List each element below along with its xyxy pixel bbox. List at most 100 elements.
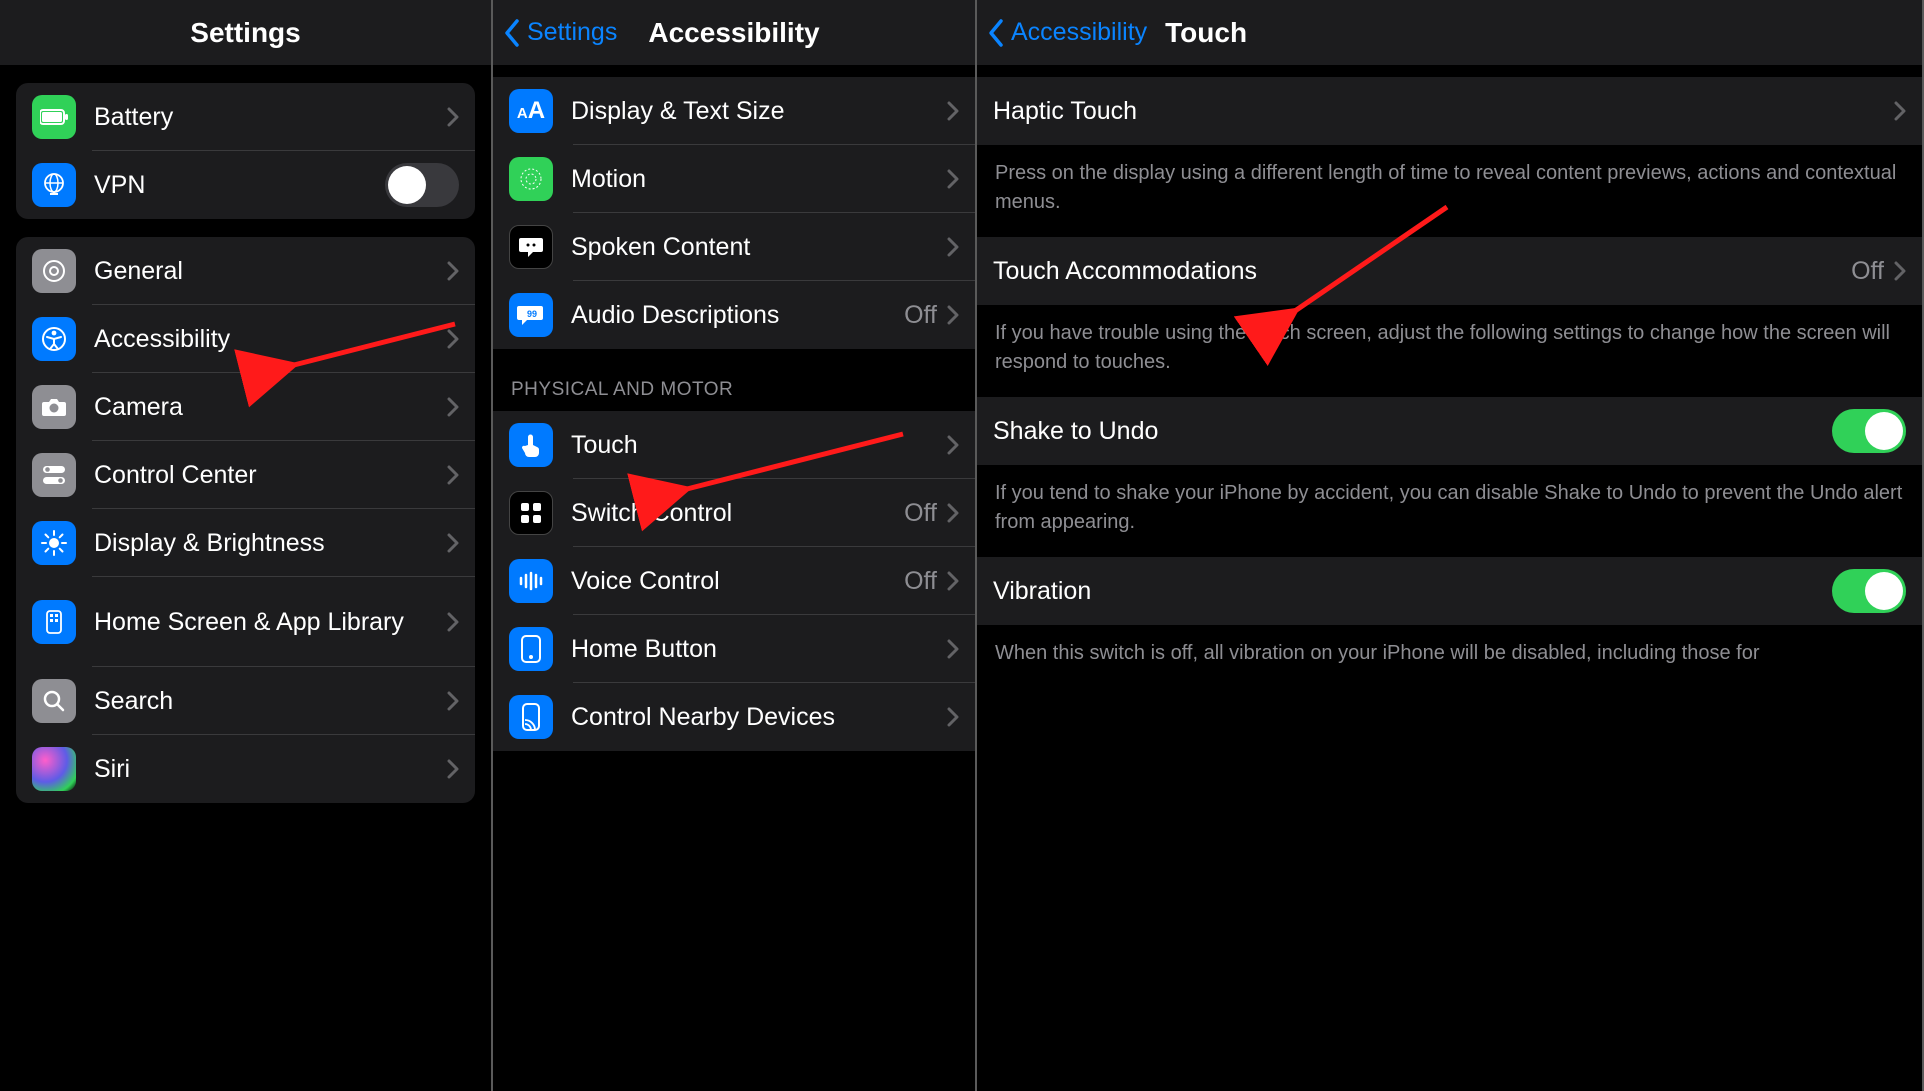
chevron-right-icon <box>947 707 959 727</box>
row-audiodesc[interactable]: 99 Audio Descriptions Off <box>493 281 975 349</box>
chevron-right-icon <box>447 612 459 632</box>
row-battery[interactable]: Battery <box>16 83 475 151</box>
chevron-right-icon <box>947 305 959 325</box>
row-spoken[interactable]: Spoken Content <box>493 213 975 281</box>
globe-icon <box>32 163 76 207</box>
row-homebutton[interactable]: Home Button <box>493 615 975 683</box>
shake-toggle[interactable] <box>1832 409 1906 453</box>
back-to-accessibility[interactable]: Accessibility <box>977 18 1147 48</box>
row-camera[interactable]: Camera <box>16 373 475 441</box>
row-siri[interactable]: Siri <box>16 735 475 803</box>
nearby-icon <box>509 695 553 739</box>
motion-icon <box>509 157 553 201</box>
row-vibration[interactable]: Vibration <box>977 557 1922 625</box>
siri-icon <box>32 747 76 791</box>
touch-acc-group: Touch Accommodations Off <box>977 237 1922 305</box>
vibration-group: Vibration <box>977 557 1922 625</box>
accessibility-title: Accessibility <box>648 17 819 48</box>
touch-acc-value: Off <box>1851 257 1884 286</box>
voice-label: Voice Control <box>571 566 904 596</box>
motion-label: Motion <box>571 164 947 194</box>
voice-icon <box>509 559 553 603</box>
row-display[interactable]: Display & Brightness <box>16 509 475 577</box>
voice-value: Off <box>904 567 937 596</box>
chevron-right-icon <box>947 101 959 121</box>
shake-group: Shake to Undo <box>977 397 1922 465</box>
displaytext-label: Display & Text Size <box>571 96 947 126</box>
row-voice[interactable]: Voice Control Off <box>493 547 975 615</box>
chevron-right-icon <box>447 261 459 281</box>
back-accessibility-label: Accessibility <box>1011 18 1147 47</box>
chevron-right-icon <box>947 237 959 257</box>
accessibility-panel: Settings Accessibility AA Display & Text… <box>493 0 977 1091</box>
touch-label: Touch <box>571 430 947 460</box>
chevron-right-icon <box>1894 101 1906 121</box>
chevron-left-icon <box>987 18 1005 48</box>
chevron-right-icon <box>447 397 459 417</box>
general-label: General <box>94 256 447 286</box>
vpn-label: VPN <box>94 170 385 200</box>
haptic-group: Haptic Touch <box>977 77 1922 145</box>
haptic-footer: Press on the display using a different l… <box>977 145 1922 237</box>
brightness-icon <box>32 521 76 565</box>
row-vpn[interactable]: VPN <box>16 151 475 219</box>
touch-icon <box>509 423 553 467</box>
chevron-right-icon <box>947 169 959 189</box>
speech-icon <box>509 225 553 269</box>
row-haptic[interactable]: Haptic Touch <box>977 77 1922 145</box>
shake-footer: If you tend to shake your iPhone by acci… <box>977 465 1922 557</box>
search-label: Search <box>94 686 447 716</box>
chevron-right-icon <box>947 503 959 523</box>
settings-group-top: Battery VPN <box>16 83 475 219</box>
row-touch-acc[interactable]: Touch Accommodations Off <box>977 237 1922 305</box>
homebutton-label: Home Button <box>571 634 947 664</box>
settings-panel: Settings Battery VPN General <box>0 0 493 1091</box>
shake-label: Shake to Undo <box>993 416 1832 446</box>
row-general[interactable]: General <box>16 237 475 305</box>
camera-label: Camera <box>94 392 447 422</box>
spoken-label: Spoken Content <box>571 232 947 262</box>
controlcenter-label: Control Center <box>94 460 447 490</box>
row-shake[interactable]: Shake to Undo <box>977 397 1922 465</box>
accessibility-group-vision: AA Display & Text Size Motion Spoken Con… <box>493 77 975 349</box>
accessibility-header: Settings Accessibility <box>493 0 975 65</box>
back-to-settings[interactable]: Settings <box>493 18 617 48</box>
search-icon <box>32 679 76 723</box>
row-nearby[interactable]: Control Nearby Devices <box>493 683 975 751</box>
chevron-left-icon <box>503 18 521 48</box>
section-physical-motor: Physical and Motor <box>493 349 975 411</box>
settings-title: Settings <box>190 17 300 48</box>
row-displaytext[interactable]: AA Display & Text Size <box>493 77 975 145</box>
row-switch[interactable]: Switch Control Off <box>493 479 975 547</box>
row-controlcenter[interactable]: Control Center <box>16 441 475 509</box>
chevron-right-icon <box>447 533 459 553</box>
switch-icon <box>509 491 553 535</box>
vpn-toggle[interactable] <box>385 163 459 207</box>
row-touch[interactable]: Touch <box>493 411 975 479</box>
touch-header: Accessibility Touch <box>977 0 1922 65</box>
switches-icon <box>32 453 76 497</box>
vibration-label: Vibration <box>993 576 1832 606</box>
chevron-right-icon <box>1894 261 1906 281</box>
switch-value: Off <box>904 499 937 528</box>
homescreen-label: Home Screen & App Library <box>94 607 447 637</box>
chevron-right-icon <box>947 435 959 455</box>
battery-icon <box>32 95 76 139</box>
row-homescreen[interactable]: Home Screen & App Library <box>16 577 475 667</box>
touch-title: Touch <box>1165 17 1247 49</box>
row-motion[interactable]: Motion <box>493 145 975 213</box>
touch-acc-footer: If you have trouble using the touch scre… <box>977 305 1922 397</box>
display-label: Display & Brightness <box>94 528 447 558</box>
chevron-right-icon <box>947 639 959 659</box>
svg-text:99: 99 <box>527 309 537 319</box>
gear-icon <box>32 249 76 293</box>
battery-label: Battery <box>94 102 447 132</box>
touch-panel: Accessibility Touch Haptic Touch Press o… <box>977 0 1924 1091</box>
back-settings-label: Settings <box>527 18 617 47</box>
row-accessibility[interactable]: Accessibility <box>16 305 475 373</box>
accessibility-group-motor: Touch Switch Control Off Voice Control O… <box>493 411 975 751</box>
vibration-toggle[interactable] <box>1832 569 1906 613</box>
apps-icon <box>32 600 76 644</box>
row-search[interactable]: Search <box>16 667 475 735</box>
camera-icon <box>32 385 76 429</box>
